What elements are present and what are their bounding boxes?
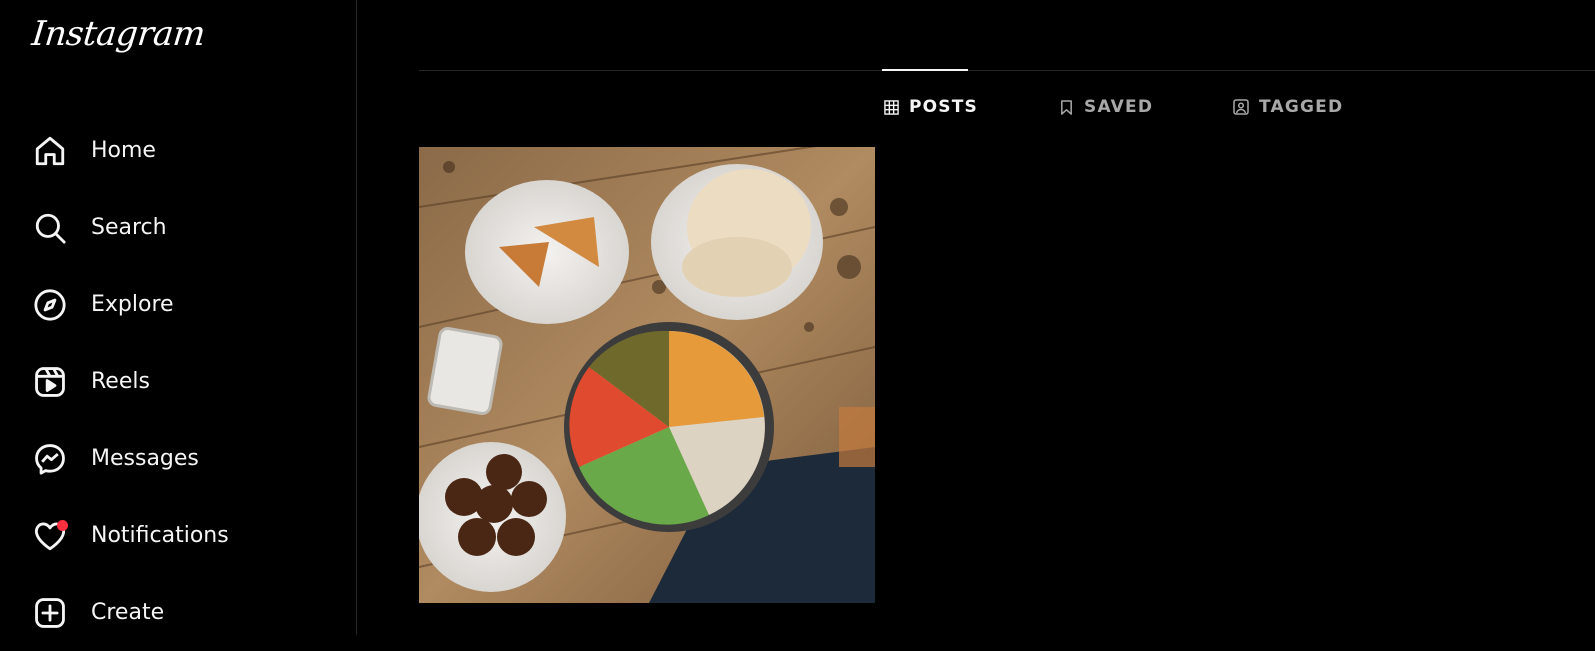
heart-icon <box>32 518 68 554</box>
active-tab-indicator <box>882 69 968 71</box>
sidebar-item-label: Messages <box>91 446 199 471</box>
sidebar-nav: Home Search Explore Reels Messages Notif… <box>0 112 357 651</box>
messenger-icon <box>32 441 68 477</box>
sidebar-item-search[interactable]: Search <box>0 189 357 266</box>
plus-square-icon <box>32 595 68 631</box>
sidebar-item-explore[interactable]: Explore <box>0 266 357 343</box>
sidebar-item-label: Explore <box>91 292 174 317</box>
grid-icon <box>883 99 899 115</box>
sidebar-item-messages[interactable]: Messages <box>0 420 357 497</box>
home-icon <box>32 133 68 169</box>
sidebar-item-notifications[interactable]: Notifications <box>0 497 357 574</box>
sidebar-item-label: Create <box>91 600 165 625</box>
sidebar-item-create[interactable]: Create <box>0 574 357 651</box>
sidebar-item-label: Notifications <box>91 523 229 548</box>
sidebar-item-reels[interactable]: Reels <box>0 343 357 420</box>
notification-badge <box>57 519 68 531</box>
reels-icon <box>32 364 68 400</box>
sidebar-item-label: Home <box>91 138 156 163</box>
profile-tabs: POSTS SAVED TAGGED <box>0 97 1595 123</box>
tab-saved[interactable]: SAVED <box>1058 97 1153 117</box>
bookmark-icon <box>1058 99 1074 115</box>
tabs-divider <box>419 70 1595 71</box>
tab-label: POSTS <box>909 97 978 117</box>
instagram-logo[interactable]: Instagram <box>30 14 207 54</box>
sidebar-item-label: Reels <box>91 369 150 394</box>
sidebar: Instagram Home Search Explore Reels Mess… <box>0 0 357 635</box>
tab-label: SAVED <box>1084 97 1154 117</box>
sidebar-item-home[interactable]: Home <box>0 112 357 189</box>
sidebar-item-label: Search <box>91 215 167 240</box>
search-icon <box>32 210 68 246</box>
tagged-icon <box>1233 99 1249 115</box>
tab-posts[interactable]: POSTS <box>883 97 978 117</box>
tab-label: TAGGED <box>1259 97 1344 117</box>
food-photo <box>419 147 875 603</box>
compass-icon <box>32 287 68 323</box>
post-thumbnail[interactable] <box>419 147 875 603</box>
tab-tagged[interactable]: TAGGED <box>1233 97 1343 117</box>
